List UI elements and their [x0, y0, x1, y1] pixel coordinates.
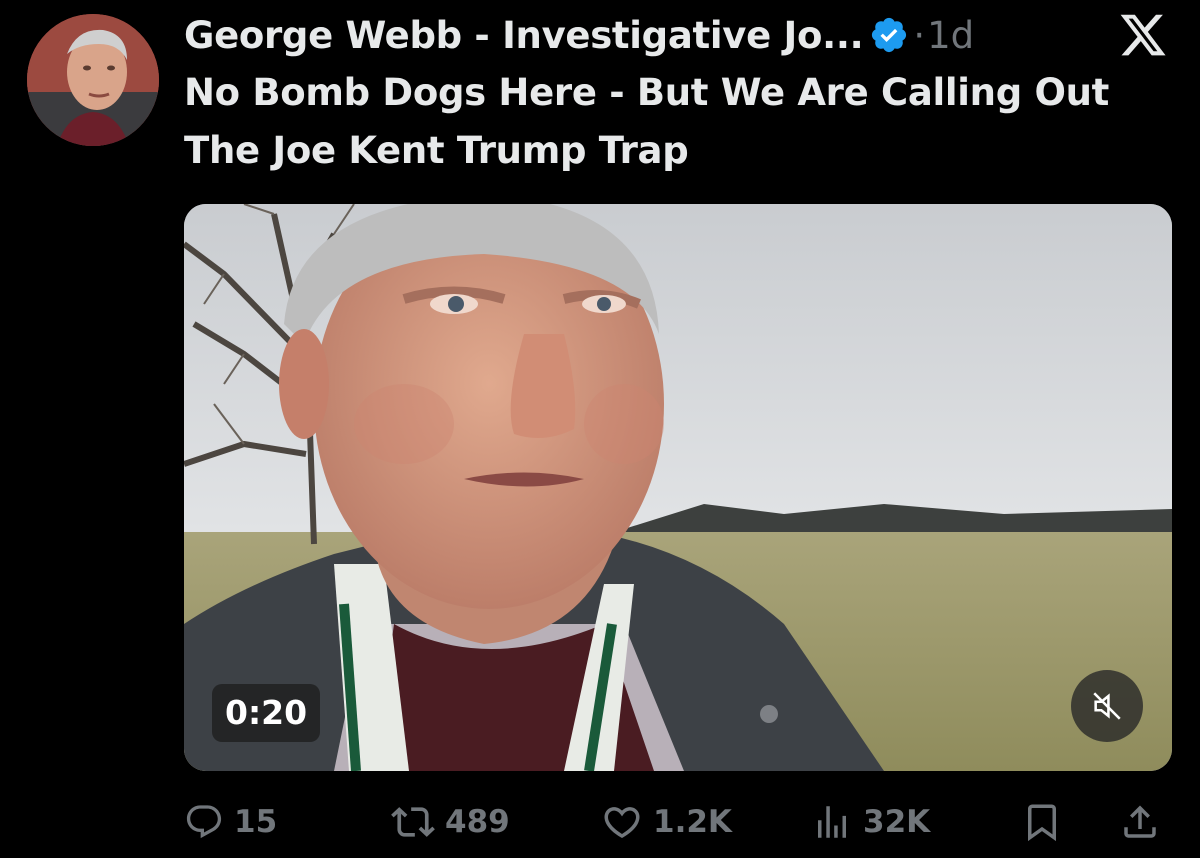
share-icon — [1124, 805, 1156, 838]
repost-button[interactable]: 489 — [391, 795, 510, 849]
share-button[interactable] — [1119, 795, 1171, 849]
reply-icon — [186, 805, 222, 839]
bookmark-button[interactable] — [1021, 795, 1073, 849]
verified-badge-icon — [872, 17, 907, 53]
x-logo-icon[interactable] — [1118, 10, 1168, 60]
tweet-text: No Bomb Dogs Here - But We Are Calling O… — [184, 71, 1110, 172]
tweet-header: George Webb - Investigative Jo... · 1d — [184, 12, 974, 58]
reply-count: 15 — [234, 804, 278, 840]
view-count: 32K — [863, 804, 931, 840]
post-time[interactable]: 1d — [927, 14, 974, 57]
author-name[interactable]: George Webb - Investigative Jo... — [184, 14, 864, 57]
tweet-actions: 15 489 1.2K 32K — [184, 795, 1172, 849]
like-icon — [604, 807, 640, 839]
mute-button[interactable] — [1071, 670, 1143, 742]
views-button[interactable]: 32K — [811, 795, 930, 849]
mute-icon — [1093, 692, 1121, 720]
reply-button[interactable]: 15 — [184, 795, 277, 849]
like-button[interactable]: 1.2K — [601, 795, 732, 849]
video-duration: 0:20 — [212, 684, 321, 742]
video-player[interactable] — [184, 204, 1172, 771]
repost-count: 489 — [445, 804, 510, 840]
repost-icon — [391, 807, 435, 837]
separator-dot: · — [913, 13, 926, 57]
author-avatar[interactable] — [27, 14, 159, 146]
views-icon — [818, 806, 846, 838]
like-count: 1.2K — [653, 804, 732, 840]
bookmark-icon — [1028, 804, 1056, 842]
